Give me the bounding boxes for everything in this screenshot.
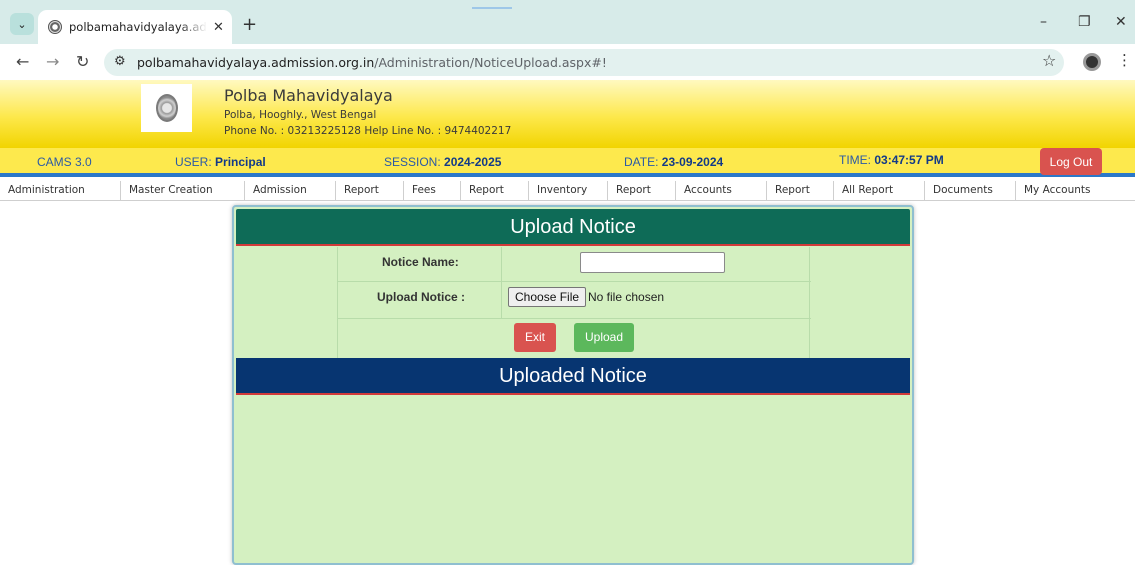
menu-item-accounts-report[interactable]: Report bbox=[767, 181, 834, 201]
date-value: 23-09-2024 bbox=[661, 155, 724, 169]
form-row-divider bbox=[338, 281, 811, 282]
site-header: Polba Mahavidyalaya Polba, Hooghly., Wes… bbox=[0, 80, 1135, 148]
form-column-divider bbox=[501, 247, 502, 318]
browser-tab[interactable]: polbamahavidyalaya.admission.org.in ✕ bbox=[38, 10, 232, 44]
college-name: Polba Mahavidyalaya bbox=[224, 86, 393, 105]
bookmark-star-icon[interactable]: ☆ bbox=[1042, 51, 1056, 70]
college-phone: Phone No. : 03213225128 Help Line No. : … bbox=[224, 125, 512, 137]
menu-icon[interactable]: ⋮ bbox=[1117, 51, 1132, 69]
new-tab-button[interactable]: + bbox=[242, 14, 257, 35]
user-value: Principal bbox=[215, 155, 266, 169]
exit-button[interactable]: Exit bbox=[514, 323, 556, 352]
notice-name-label: Notice Name: bbox=[382, 255, 459, 269]
no-file-text: No file chosen bbox=[588, 290, 665, 304]
app-version: CAMS 3.0 bbox=[37, 155, 92, 169]
session-value: 2024-2025 bbox=[444, 155, 502, 169]
url-path: /Administration/NoticeUpload.aspx#! bbox=[374, 55, 607, 70]
reload-icon[interactable]: ↻ bbox=[76, 52, 89, 71]
upload-form: Notice Name: Upload Notice : Choose File… bbox=[337, 247, 811, 359]
address-bar[interactable]: ⚙ polbamahavidyalaya.admission.org.in/Ad… bbox=[104, 49, 1064, 76]
tab-list-icon[interactable]: ⌄ bbox=[10, 13, 34, 35]
time-info: TIME: 03:47:57 PM bbox=[839, 153, 944, 167]
uploaded-notice-title: Uploaded Notice bbox=[236, 358, 910, 395]
back-icon[interactable]: ← bbox=[16, 52, 29, 71]
tab-strip-indicator bbox=[472, 7, 512, 9]
menu-item-inventory[interactable]: Inventory bbox=[529, 181, 608, 201]
session-label: SESSION: bbox=[384, 155, 441, 169]
menu-item-administration[interactable]: Administration bbox=[0, 181, 121, 201]
restore-icon[interactable]: ❐ bbox=[1078, 14, 1091, 30]
menu-item-master-creation[interactable]: Master Creation bbox=[121, 181, 245, 201]
session-info: SESSION: 2024-2025 bbox=[384, 155, 501, 169]
logout-button[interactable]: Log Out bbox=[1040, 148, 1102, 175]
minimize-icon[interactable]: – bbox=[1040, 14, 1047, 30]
browser-tab-bar: ⌄ polbamahavidyalaya.admission.org.in ✕ … bbox=[0, 0, 1135, 44]
time-value: 03:47:57 PM bbox=[874, 153, 944, 167]
menu-item-inventory-report[interactable]: Report bbox=[608, 181, 676, 201]
date-label: DATE: bbox=[624, 155, 659, 169]
menu-item-admission-report[interactable]: Report bbox=[336, 181, 404, 201]
menu-item-accounts[interactable]: Accounts bbox=[676, 181, 767, 201]
site-favicon-icon bbox=[48, 20, 62, 34]
upload-notice-label: Upload Notice : bbox=[377, 290, 466, 304]
menu-item-admission[interactable]: Admission bbox=[245, 181, 336, 201]
menu-item-my-accounts[interactable]: My Accounts bbox=[1016, 181, 1135, 201]
form-row-divider bbox=[338, 318, 811, 319]
url-text: polbamahavidyalaya.admission.org.in/Admi… bbox=[137, 55, 607, 70]
menu-item-documents[interactable]: Documents bbox=[925, 181, 1016, 201]
menu-item-fees-report[interactable]: Report bbox=[461, 181, 529, 201]
college-logo bbox=[141, 84, 192, 132]
url-host: polbamahavidyalaya.admission.org.in bbox=[137, 55, 375, 70]
window-close-icon[interactable]: ✕ bbox=[1115, 14, 1127, 30]
tab-close-icon[interactable]: ✕ bbox=[213, 20, 224, 35]
menu-item-all-report[interactable]: All Report bbox=[834, 181, 925, 201]
choose-file-button[interactable]: Choose File bbox=[508, 287, 587, 307]
date-info: DATE: 23-09-2024 bbox=[624, 155, 723, 169]
forward-icon[interactable]: → bbox=[46, 52, 59, 71]
menu-item-fees[interactable]: Fees bbox=[404, 181, 461, 201]
user-info: USER: Principal bbox=[175, 155, 266, 169]
college-seal-icon bbox=[155, 94, 178, 122]
upload-button[interactable]: Upload bbox=[574, 323, 634, 352]
site-info-icon[interactable]: ⚙ bbox=[114, 54, 126, 69]
time-label: TIME: bbox=[839, 153, 871, 167]
upload-notice-panel: Upload Notice Notice Name: Upload Notice… bbox=[232, 205, 914, 565]
notice-name-input[interactable] bbox=[580, 252, 725, 273]
upload-notice-title: Upload Notice bbox=[236, 209, 910, 246]
profile-icon[interactable] bbox=[1083, 53, 1101, 71]
college-address: Polba, Hooghly., West Bengal bbox=[224, 109, 377, 121]
tab-title: polbamahavidyalaya.admission.org.in bbox=[69, 20, 207, 34]
user-label: USER: bbox=[175, 155, 212, 169]
status-bar: CAMS 3.0 USER: Principal SESSION: 2024-2… bbox=[0, 148, 1135, 177]
browser-toolbar: ← → ↻ ⚙ polbamahavidyalaya.admission.org… bbox=[0, 44, 1135, 80]
main-menu: Administration Master Creation Admission… bbox=[0, 181, 1135, 201]
